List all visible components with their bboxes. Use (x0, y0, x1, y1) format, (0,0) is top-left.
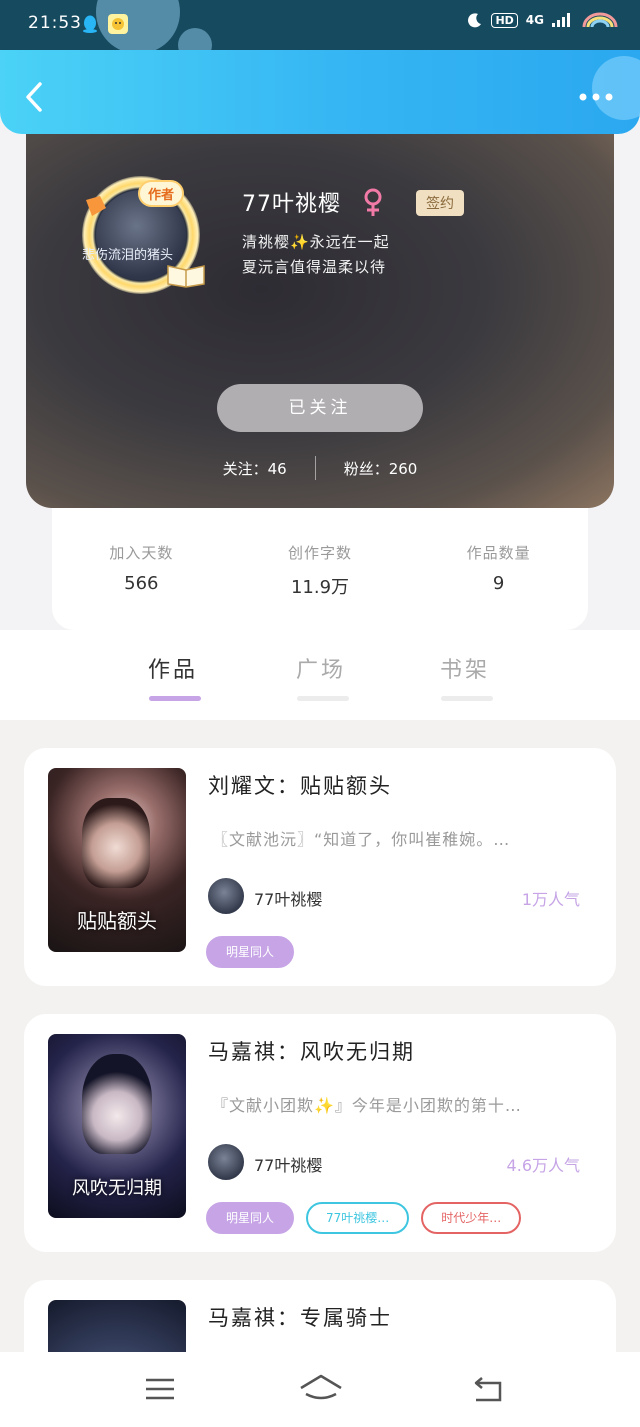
stat-word-count: 创作字数 11.9万 (245, 542, 395, 630)
tag-chip[interactable]: 明星同人 (206, 936, 295, 968)
stat-value: 566 (124, 573, 159, 594)
tab-works-indicator (149, 696, 201, 701)
cover-figure (82, 1054, 152, 1154)
decor-bubble (592, 56, 640, 120)
tab-bookshelf-indicator (441, 696, 493, 701)
work-description: 『文献小团欺✨』今年是小团欺的第十… (212, 1096, 522, 1115)
signed-badge: 签约 (416, 190, 464, 216)
book-icon (167, 265, 205, 288)
stat-label: 作品数量 (466, 544, 531, 562)
chevron-left-icon[interactable] (22, 80, 48, 114)
work-description: 〖文献池沅〗“知道了，你叫崔稚婉。… (212, 830, 511, 849)
moon-icon (468, 13, 482, 28)
top-header (0, 50, 640, 134)
work-author: 77叶祧樱 (254, 890, 323, 909)
status-right: HD 4G (467, 12, 618, 28)
profile-card: 悲伤流泪的猪头 作者 77叶祧樱 签约 清祧樱✨永远在一起 夏沅言值得温柔以待 … (26, 110, 614, 508)
cover-title: 风吹无归期 (72, 1178, 162, 1199)
stat-join-days: 加入天数 566 (66, 542, 216, 630)
author-avatar[interactable]: 悲伤流泪的猪头 作者 (76, 168, 206, 298)
notification-app-icon (108, 14, 128, 34)
stat-works-count: 作品数量 9 (424, 542, 574, 630)
fans-count[interactable]: 粉丝：260 (344, 458, 418, 479)
works-list: 贴贴额头 刘耀文：贴贴额头 〖文献池沅〗“知道了，你叫崔稚婉。… 77叶祧樱 1… (0, 720, 640, 1427)
follow-button[interactable]: 已关注 (217, 384, 423, 432)
female-icon (364, 188, 382, 216)
follow-stats: 关注：46 粉丝：260 (26, 456, 614, 480)
stat-value: 9 (492, 573, 505, 594)
author-nickname: 77叶祧樱 (242, 192, 341, 217)
network-label: 4G (525, 13, 544, 27)
status-time: 21:53 (28, 13, 82, 33)
tab-bookshelf[interactable]: 书架 (440, 652, 490, 684)
work-card[interactable]: 风吹无归期 马嘉祺：风吹无归期 『文献小团欺✨』今年是小团欺的第十… 77叶祧樱… (24, 1014, 616, 1252)
tab-bar: 作品 广场 书架 (0, 630, 640, 720)
tab-square-indicator (297, 696, 349, 701)
stat-label: 创作字数 (287, 544, 352, 562)
back-arrow-icon[interactable] (468, 1372, 508, 1406)
work-card[interactable]: 贴贴额头 刘耀文：贴贴额头 〖文献池沅〗“知道了，你叫崔稚婉。… 77叶祧樱 1… (24, 748, 616, 986)
battery-rainbow-icon (582, 12, 618, 28)
work-title[interactable]: 马嘉祺：风吹无归期 (208, 1036, 415, 1066)
bio-line: 清祧樱✨永远在一起 (242, 233, 390, 251)
stat-label: 加入天数 (109, 544, 174, 562)
bio-line: 夏沅言值得温柔以待 (242, 258, 387, 276)
stats-card: 加入天数 566 创作字数 11.9万 作品数量 9 (52, 500, 588, 630)
work-tags: 明星同人 77叶祧樱… 时代少年… (206, 1202, 522, 1234)
system-nav-bar (0, 1352, 640, 1427)
author-bio: 清祧樱✨永远在一起 夏沅言值得温柔以待 (242, 230, 390, 280)
tag-chip[interactable]: 明星同人 (206, 1202, 295, 1234)
work-cover[interactable]: 贴贴额头 (48, 768, 186, 952)
work-title[interactable]: 马嘉祺：专属骑士 (208, 1302, 392, 1332)
tag-chip[interactable]: 时代少年… (421, 1202, 522, 1234)
avatar (206, 876, 246, 916)
menu-icon[interactable] (140, 1372, 180, 1406)
avatar (206, 1142, 246, 1182)
author-tag: 作者 (138, 180, 185, 207)
tag-chip[interactable]: 77叶祧樱… (306, 1202, 410, 1234)
following-count[interactable]: 关注：46 (223, 458, 287, 479)
hd-badge: HD (491, 12, 518, 28)
work-popularity: 1万人气 (521, 890, 580, 909)
work-title[interactable]: 刘耀文：贴贴额头 (208, 770, 392, 800)
tab-square[interactable]: 广场 (296, 652, 346, 684)
work-cover[interactable]: 风吹无归期 (48, 1034, 186, 1218)
avatar-caption: 悲伤流泪的猪头 (82, 248, 174, 263)
work-popularity: 4.6万人气 (506, 1156, 580, 1175)
status-bar: 21:53 HD 4G (0, 0, 640, 62)
work-tags: 明星同人 (206, 936, 295, 968)
more-dots-icon[interactable] (578, 92, 614, 102)
cover-figure (82, 798, 150, 888)
pencil-icon (86, 196, 106, 216)
qq-icon (83, 15, 97, 33)
tab-works[interactable]: 作品 (148, 652, 198, 684)
signal-icon (552, 13, 570, 27)
cover-title: 贴贴额头 (77, 909, 157, 933)
home-icon[interactable] (298, 1372, 344, 1406)
stat-value: 11.9万 (290, 577, 350, 598)
divider (314, 456, 316, 480)
work-author: 77叶祧樱 (254, 1156, 323, 1175)
